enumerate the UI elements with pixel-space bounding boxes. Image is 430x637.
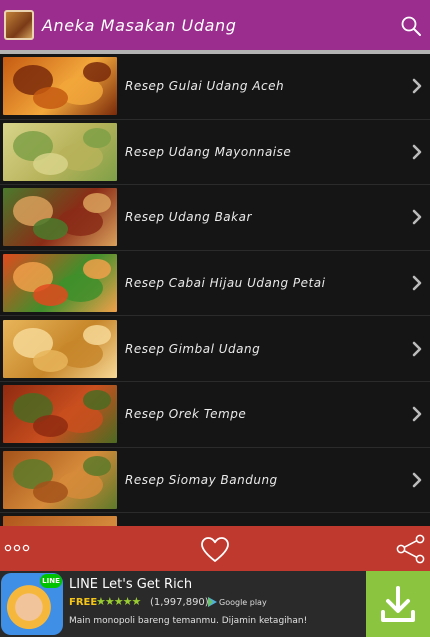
- recipe-list-item[interactable]: Resep Udang Mayonnaise: [0, 119, 430, 186]
- thumbnail-texture: [83, 455, 111, 476]
- thumbnail-texture: [83, 127, 111, 148]
- recipe-thumbnail: [3, 319, 117, 378]
- recipe-title: Resep Gimbal Udang: [125, 341, 261, 356]
- recipe-thumbnail: [3, 450, 117, 509]
- google-play-icon: [208, 597, 217, 607]
- bottom-action-bar: [0, 526, 430, 571]
- download-button[interactable]: [366, 571, 430, 637]
- app-bar: Aneka Masakan Udang: [0, 0, 430, 50]
- recipe-thumbnail: [3, 516, 117, 526]
- thumbnail-texture: [83, 390, 111, 411]
- chevron-right-icon: [412, 144, 422, 160]
- thumbnail-texture: [33, 480, 68, 503]
- recipe-list-item-partial[interactable]: [0, 513, 430, 526]
- recipe-list-item[interactable]: Resep Siomay Bandung: [0, 447, 430, 514]
- download-icon: [381, 586, 415, 622]
- chevron-right-icon: [412, 406, 422, 422]
- recipe-title: Resep Gulai Udang Aceh: [125, 79, 285, 94]
- recipe-list[interactable]: Resep Gulai Udang Aceh Resep Udang Mayonn…: [0, 54, 430, 526]
- thumbnail-texture: [33, 284, 68, 307]
- google-play-text: Google play: [219, 597, 267, 607]
- ad-description: Main monopoli bareng temanmu. Dijamin ke…: [69, 616, 308, 626]
- chevron-right-icon: [412, 78, 422, 94]
- app-title: Aneka Masakan Udang: [42, 15, 237, 35]
- chevron-right-icon: [412, 472, 422, 488]
- heart-icon[interactable]: [200, 536, 230, 564]
- recipe-list-item[interactable]: Resep Cabai Hijau Udang Petai: [0, 250, 430, 317]
- google-play-label: Google play: [208, 597, 267, 607]
- thumbnail-texture: [83, 62, 111, 83]
- recipe-title: Resep Siomay Bandung: [125, 472, 278, 487]
- ad-review-count: (1,997,890): [150, 597, 209, 608]
- ad-banner[interactable]: LINE LINE Let's Get Rich FREE ★★★★★ (1,9…: [0, 571, 430, 637]
- recipe-thumbnail: [3, 254, 117, 313]
- thumbnail-texture: [83, 259, 111, 280]
- recipe-title: Resep Cabai Hijau Udang Petai: [125, 276, 326, 291]
- recipe-title: Resep Udang Mayonnaise: [125, 144, 292, 159]
- recipe-title: Resep Orek Tempe: [125, 407, 247, 422]
- recipe-title: Resep Udang Bakar: [125, 210, 252, 225]
- more-dots-icon[interactable]: [4, 540, 34, 556]
- search-icon[interactable]: [400, 15, 422, 37]
- thumbnail-texture: [33, 415, 68, 438]
- thumbnail-texture: [33, 218, 68, 241]
- recipe-thumbnail: [3, 57, 117, 116]
- line-badge: LINE: [40, 574, 62, 588]
- shrimp-dish-app-icon: [4, 10, 34, 40]
- recipe-list-item[interactable]: Resep Udang Bakar: [0, 185, 430, 251]
- recipe-thumbnail: [3, 122, 117, 181]
- thumbnail-texture: [33, 152, 68, 175]
- share-icon[interactable]: [396, 534, 426, 564]
- chevron-right-icon: [412, 210, 422, 225]
- chevron-right-icon: [412, 341, 422, 356]
- recipe-list-item[interactable]: Resep Gimbal Udang: [0, 316, 430, 382]
- chevron-right-icon: [412, 275, 422, 291]
- recipe-list-item[interactable]: Resep Gulai Udang Aceh: [0, 54, 430, 120]
- thumbnail-texture: [83, 324, 111, 345]
- thumbnail-texture: [83, 193, 111, 214]
- recipe-list-item[interactable]: Resep Orek Tempe: [0, 381, 430, 448]
- ad-free-label: FREE: [69, 597, 98, 608]
- thumbnail-texture: [33, 349, 68, 372]
- recipe-thumbnail: [3, 385, 117, 444]
- ad-title[interactable]: LINE Let's Get Rich: [69, 577, 192, 592]
- ad-rating-stars: ★★★★★: [96, 595, 141, 608]
- recipe-thumbnail: [3, 188, 117, 247]
- thumbnail-texture: [33, 87, 68, 110]
